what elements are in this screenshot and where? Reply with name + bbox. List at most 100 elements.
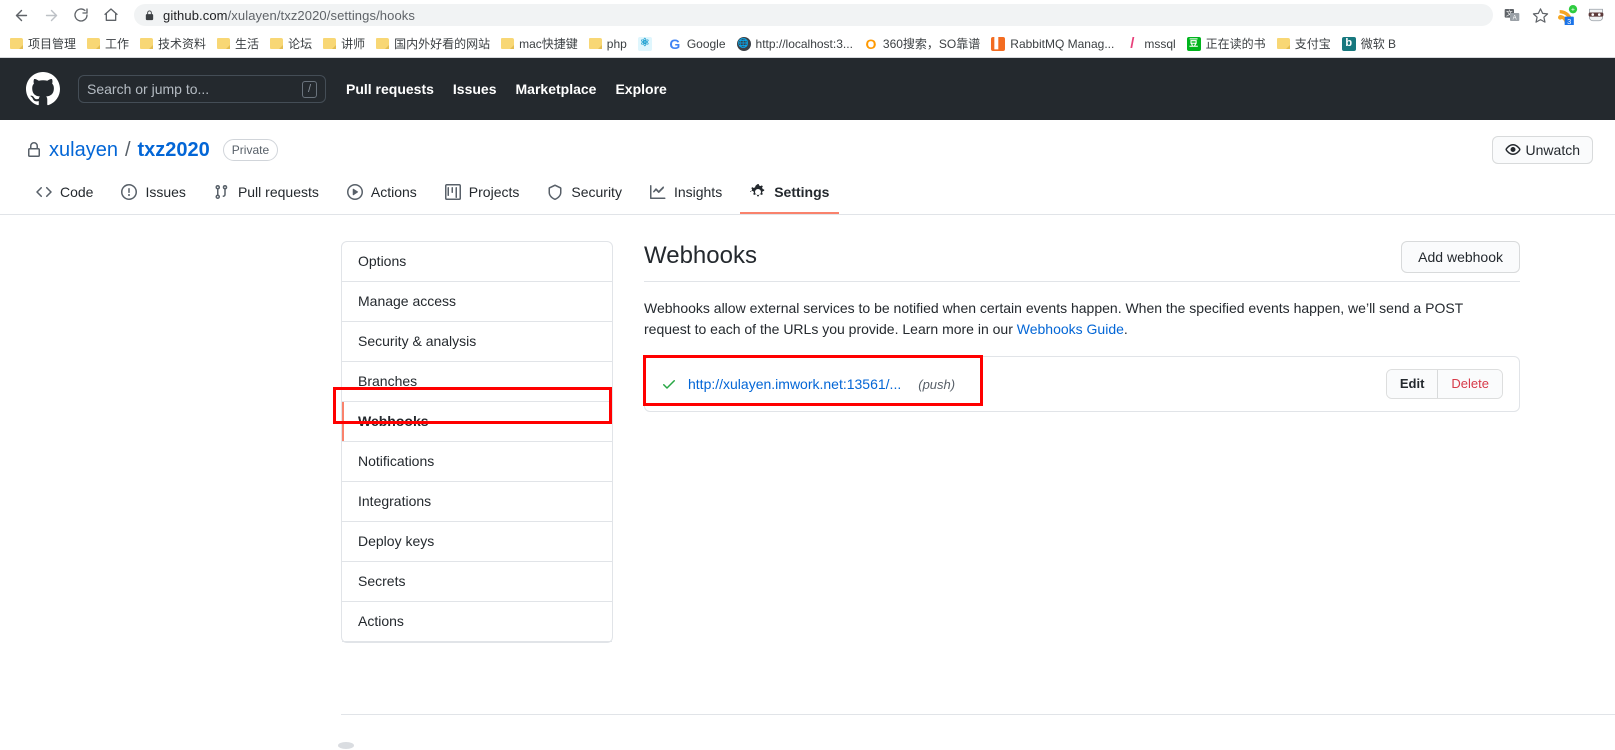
tab-actions[interactable]: Actions [337, 176, 427, 214]
star-icon[interactable] [1527, 3, 1553, 27]
bookmark-label: http://localhost:3... [755, 36, 853, 51]
shield-icon [547, 184, 563, 200]
bookmark-item[interactable]: 讲师 [318, 34, 371, 54]
tab-issues[interactable]: Issues [111, 176, 195, 214]
sidebar-item-notifications[interactable]: Notifications [342, 442, 612, 482]
nav-issues[interactable]: Issues [453, 81, 497, 97]
bookmark-label: 论坛 [288, 36, 313, 51]
folder-icon [10, 38, 23, 49]
folder-icon [323, 38, 337, 49]
so360-icon: O [865, 35, 877, 52]
bing-icon: b [1341, 36, 1356, 51]
bookmark-item[interactable]: php [584, 34, 633, 54]
add-webhook-button[interactable]: Add webhook [1401, 241, 1520, 273]
home-icon[interactable] [96, 1, 126, 29]
bookmark-item[interactable]: 国内外好看的网站 [371, 34, 496, 54]
reload-icon[interactable] [66, 1, 96, 29]
tab-label: Code [60, 184, 94, 200]
tab-label: Settings [774, 184, 830, 200]
forward-icon[interactable] [36, 1, 66, 29]
bookmark-item[interactable]: mac快捷键 [496, 34, 584, 54]
bookmark-item[interactable]: ▌ RabbitMQ Manag... [986, 34, 1120, 54]
issue-opened-icon [121, 184, 138, 200]
bookmark-item[interactable]: 工作 [82, 34, 135, 54]
sidebar-item-deploy-keys[interactable]: Deploy keys [342, 522, 612, 562]
search-placeholder: Search or jump to... [87, 81, 210, 97]
bookmark-label: mac快捷键 [519, 36, 578, 51]
folder-icon [140, 38, 154, 49]
bookmark-item[interactable]: / mssql [1120, 34, 1181, 54]
visibility-badge: Private [222, 139, 279, 161]
search-input[interactable]: Search or jump to... / [78, 75, 326, 103]
nav-marketplace[interactable]: Marketplace [516, 81, 597, 97]
sidebar-item-manage-access[interactable]: Manage access [342, 282, 612, 322]
webhook-url-link[interactable]: http://xulayen.imwork.net:13561/... [688, 376, 901, 392]
bookmark-item[interactable]: 豆 正在读的书 [1182, 34, 1272, 54]
bookmark-label: Google [686, 36, 726, 51]
bookmark-item[interactable]: 项目管理 [5, 34, 82, 54]
project-board-icon [444, 184, 461, 200]
back-icon[interactable] [6, 1, 36, 29]
webhook-row[interactable]: http://xulayen.imwork.net:13561/... (pus… [645, 357, 1519, 411]
footer-partial-icon [338, 742, 354, 749]
translate-icon[interactable]: 文A [1499, 3, 1525, 27]
sidebar-item-webhooks[interactable]: Webhooks [342, 402, 612, 442]
bookmark-item[interactable]: O 360搜索，SO靠谱 [859, 34, 986, 54]
folder-icon [501, 38, 515, 49]
bookmark-label: 项目管理 [28, 36, 77, 51]
webhook-events: (push) [918, 376, 956, 392]
webhooks-description: Webhooks allow external services to be n… [644, 298, 1504, 340]
tab-settings[interactable]: Settings [740, 176, 840, 214]
settings-page-body: Options Manage access Security & analysi… [0, 215, 1615, 643]
repo-owner-link[interactable]: xulayen [49, 139, 118, 162]
google-icon: G [669, 35, 681, 52]
nav-pull-requests[interactable]: Pull requests [346, 81, 434, 97]
bookmark-item[interactable]: ⚛ [633, 34, 663, 54]
edit-webhook-button[interactable]: Edit [1386, 370, 1439, 398]
address-bar[interactable]: github.com/xulayen/txz2020/settings/hook… [134, 4, 1493, 26]
tab-label: Actions [370, 184, 417, 200]
bookmark-item[interactable]: b 微软 B [1337, 34, 1402, 54]
tab-code[interactable]: Code [26, 176, 103, 214]
bookmark-item[interactable]: 生活 [212, 34, 265, 54]
sidebar-item-options[interactable]: Options [342, 242, 612, 282]
nav-explore[interactable]: Explore [615, 81, 666, 97]
bookmark-item[interactable]: 论坛 [265, 34, 318, 54]
search-shortcut-key: / [301, 80, 317, 98]
incognito-extension-icon[interactable] [1583, 3, 1609, 27]
tab-security[interactable]: Security [537, 176, 632, 214]
play-icon [346, 184, 363, 200]
sidebar-item-actions[interactable]: Actions [342, 602, 612, 642]
git-pull-request-icon [214, 184, 230, 200]
sidebar-item-integrations[interactable]: Integrations [342, 482, 612, 522]
bookmark-item[interactable]: 支付宝 [1272, 34, 1337, 54]
eye-icon [1504, 142, 1521, 158]
tab-projects[interactable]: Projects [435, 176, 530, 214]
bookmark-label: php [606, 36, 627, 51]
tab-label: Projects [468, 184, 520, 200]
github-header: Search or jump to... / Pull requests Iss… [0, 58, 1615, 120]
tab-label: Pull requests [237, 184, 319, 200]
check-icon [661, 376, 677, 392]
tab-insights[interactable]: Insights [640, 176, 732, 214]
unwatch-button[interactable]: Unwatch [1491, 136, 1593, 164]
bookmark-item[interactable]: G Google [663, 34, 732, 54]
bookmark-label: 工作 [105, 36, 130, 51]
folder-icon [270, 38, 284, 49]
tab-pull-requests[interactable]: Pull requests [204, 176, 329, 214]
bookmark-label: 微软 B [1360, 36, 1397, 51]
browser-toolbar: github.com/xulayen/txz2020/settings/hook… [0, 0, 1615, 30]
sidebar-item-secrets[interactable]: Secrets [342, 562, 612, 602]
github-mark-icon[interactable] [26, 72, 60, 106]
bookmark-item[interactable]: 🌐 http://localhost:3... [732, 34, 859, 54]
sidebar-item-security-analysis[interactable]: Security & analysis [342, 322, 612, 362]
bookmark-label: 讲师 [341, 36, 366, 51]
webhooks-guide-link[interactable]: Webhooks Guide [1017, 321, 1124, 337]
bookmark-label: mssql [1144, 36, 1176, 51]
bookmark-item[interactable]: 技术资料 [135, 34, 212, 54]
sidebar-item-branches[interactable]: Branches [342, 362, 612, 402]
repo-name-link[interactable]: txz2020 [138, 139, 210, 162]
code-icon [36, 184, 52, 200]
rss-extension-icon[interactable]: + 3 [1555, 3, 1581, 27]
delete-webhook-button[interactable]: Delete [1438, 370, 1502, 398]
